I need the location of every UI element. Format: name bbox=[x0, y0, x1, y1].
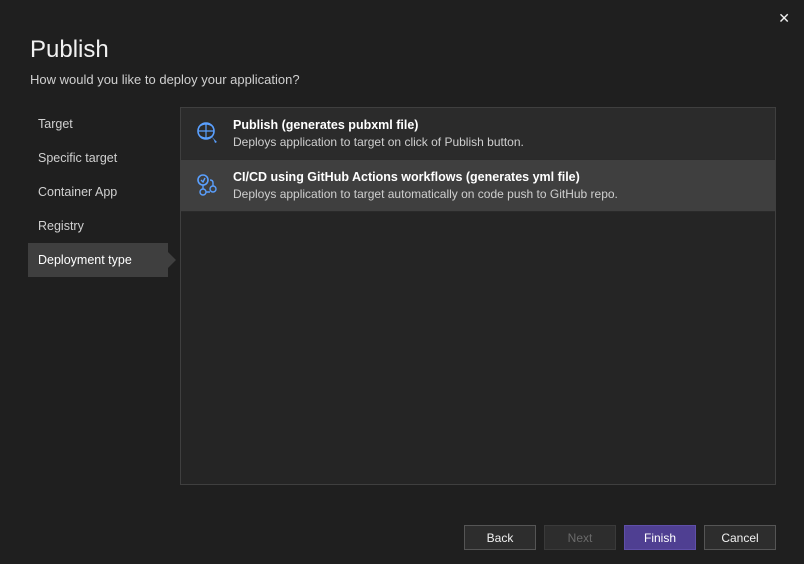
workflow-icon bbox=[195, 172, 221, 198]
option-title: Publish (generates pubxml file) bbox=[233, 118, 761, 132]
page-subtitle: How would you like to deploy your applic… bbox=[30, 72, 774, 87]
step-target[interactable]: Target bbox=[28, 107, 168, 141]
close-icon[interactable]: ✕ bbox=[778, 10, 790, 27]
option-desc: Deploys application to target on click o… bbox=[233, 135, 761, 149]
step-container-app[interactable]: Container App bbox=[28, 175, 168, 209]
step-deployment-type[interactable]: Deployment type bbox=[28, 243, 168, 277]
wizard-steps-sidebar: Target Specific target Container App Reg… bbox=[28, 107, 168, 485]
page-title: Publish bbox=[30, 36, 774, 64]
cancel-button[interactable]: Cancel bbox=[704, 525, 776, 550]
next-button: Next bbox=[544, 525, 616, 550]
step-specific-target[interactable]: Specific target bbox=[28, 141, 168, 175]
globe-cursor-icon bbox=[195, 120, 221, 146]
back-button[interactable]: Back bbox=[464, 525, 536, 550]
option-desc: Deploys application to target automatica… bbox=[233, 187, 761, 201]
option-publish-pubxml[interactable]: Publish (generates pubxml file) Deploys … bbox=[181, 108, 775, 160]
options-panel: Publish (generates pubxml file) Deploys … bbox=[180, 107, 776, 485]
dialog-header: Publish How would you like to deploy you… bbox=[0, 0, 804, 87]
finish-button[interactable]: Finish bbox=[624, 525, 696, 550]
option-cicd-github-actions[interactable]: CI/CD using GitHub Actions workflows (ge… bbox=[181, 160, 775, 212]
dialog-footer: Back Next Finish Cancel bbox=[464, 525, 776, 550]
option-title: CI/CD using GitHub Actions workflows (ge… bbox=[233, 170, 761, 184]
step-registry[interactable]: Registry bbox=[28, 209, 168, 243]
